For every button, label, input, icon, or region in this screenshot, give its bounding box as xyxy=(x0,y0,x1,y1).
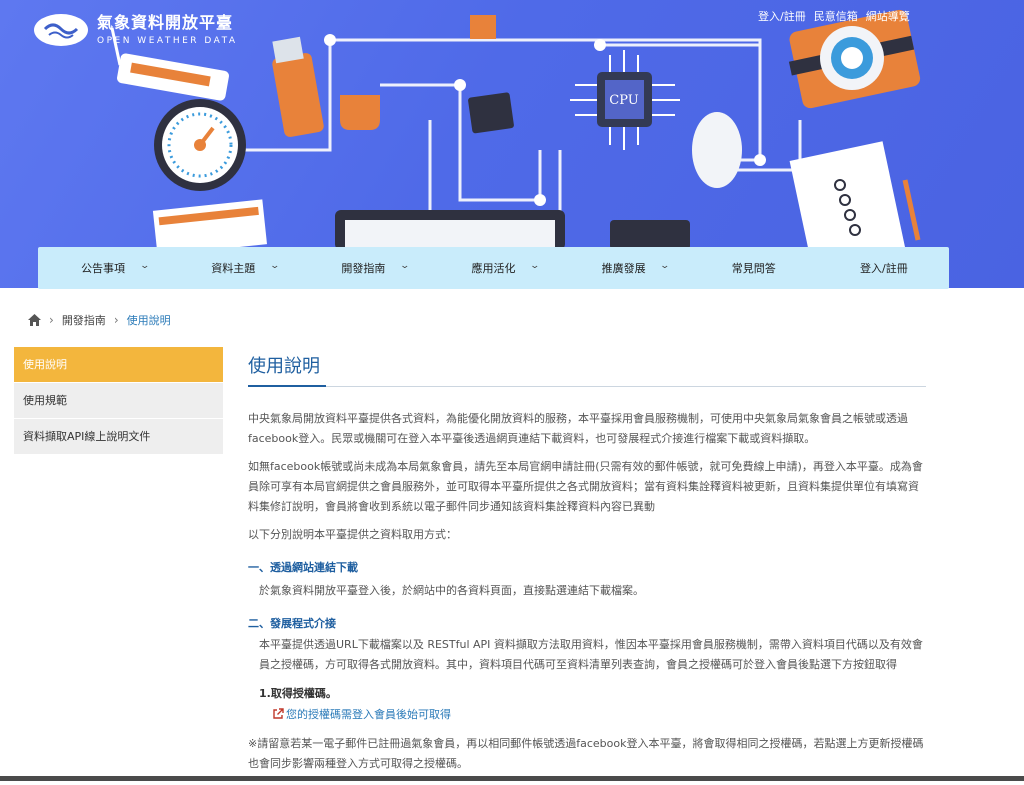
cpu-label: CPU xyxy=(609,93,638,108)
section-text-api: 本平臺提供透過URL下載檔案以及 RESTful API 資料擷取方法取用資料，… xyxy=(259,638,923,671)
top-link-mailbox[interactable]: 民意信箱 xyxy=(814,8,858,24)
intro-paragraph: 中央氣象局開放資料平臺提供各式資料，為能優化開放資料的服務，本平臺採用會員服務機… xyxy=(248,412,908,445)
chevron-down-icon: ⌄ xyxy=(269,261,280,271)
chevron-down-icon: ⌄ xyxy=(659,261,671,271)
logo-subtitle: OPEN WEATHER DATA xyxy=(97,36,238,46)
nav-item-faq[interactable]: 常見問答 xyxy=(689,247,819,289)
main-nav: 公告事項 ⌄ 資料主題 ⌄ 開發指南 ⌄ 應用活化 ⌄ 推廣發展 ⌄ 常見問答 登入/註冊 xyxy=(38,247,949,289)
breadcrumb-separator-icon: › xyxy=(113,313,119,327)
methods-intro: 以下分別說明本平臺提供之資料取用方式： xyxy=(248,528,457,541)
nav-item-announcements[interactable]: 公告事項 ⌄ xyxy=(38,247,168,289)
hero-banner: CPU 氣象資料開放平臺 OPEN WEATHER DATA 登入/註冊 民意信… xyxy=(0,0,1024,288)
sidebar-item-usage-guide[interactable]: 使用說明 xyxy=(14,347,223,383)
notice-text: ※請留意若某一電子郵件已註冊過氣象會員，再以相同郵件帳號透過facebook登入… xyxy=(248,737,924,770)
top-link-login[interactable]: 登入/註冊 xyxy=(758,8,806,24)
breadcrumb-separator-icon: › xyxy=(49,313,54,327)
breadcrumb: › 開發指南 › 使用說明 xyxy=(28,312,171,328)
main-content: 使用說明 中央氣象局開放資料平臺提供各式資料，為能優化開放資料的服務，本平臺採用… xyxy=(248,352,926,785)
breadcrumb-current: 使用說明 xyxy=(126,314,171,327)
cpu-illustration: CPU xyxy=(570,50,680,150)
nav-label: 資料主題 xyxy=(211,262,256,275)
membership-paragraph: 如無facebook帳號或尚未成為本局氣象會員，請先至本局官網申請註冊(只需有效… xyxy=(248,460,923,513)
nav-label: 登入/註冊 xyxy=(860,262,908,275)
sidebar-item-usage-rules[interactable]: 使用規範 xyxy=(14,383,223,419)
breadcrumb-parent[interactable]: 開發指南 xyxy=(62,312,106,328)
sidebar-item-api-docs[interactable]: 資料擷取API線上說明文件 xyxy=(14,419,223,455)
section-heading-download: 一、透過網站連結下載 xyxy=(248,561,358,574)
logo-title: 氣象資料開放平臺 xyxy=(97,13,234,32)
nav-item-promotion[interactable]: 推廣發展 ⌄ xyxy=(559,247,689,289)
bottom-bar xyxy=(0,776,1024,781)
nav-label: 公告事項 xyxy=(81,262,126,275)
nav-label: 開發指南 xyxy=(341,262,386,275)
page-title: 使用說明 xyxy=(248,352,926,387)
chevron-down-icon: ⌄ xyxy=(399,261,410,271)
site-logo[interactable]: 氣象資料開放平臺 OPEN WEATHER DATA xyxy=(33,12,238,48)
auth-code-link-text: 您的授權碼需登入會員後始可取得 xyxy=(286,708,451,721)
section-heading-api: 二、發展程式介接 xyxy=(248,617,336,630)
top-links: 登入/註冊 民意信箱 網站導覽 xyxy=(758,8,910,24)
nav-item-applications[interactable]: 應用活化 ⌄ xyxy=(428,247,558,289)
nav-label: 常見問答 xyxy=(731,262,776,275)
nav-label: 推廣發展 xyxy=(601,262,646,275)
logo-cloud-icon xyxy=(34,14,88,46)
top-link-sitemap[interactable]: 網站導覽 xyxy=(866,8,910,24)
sidebar: 使用說明 使用規範 資料擷取API線上說明文件 xyxy=(14,347,223,455)
usb-drive-illustration xyxy=(272,36,324,137)
home-icon[interactable] xyxy=(28,314,41,326)
nav-item-login[interactable]: 登入/註冊 xyxy=(819,247,949,289)
chevron-down-icon: ⌄ xyxy=(529,261,541,271)
section-text-download: 於氣象資料開放平臺登入後，於網站中的各資料頁面，直接點選連結下載檔案。 xyxy=(259,584,644,597)
chevron-down-icon: ⌄ xyxy=(139,261,150,271)
nav-item-dev-guide[interactable]: 開發指南 ⌄ xyxy=(298,247,428,289)
nav-item-data-topics[interactable]: 資料主題 ⌄ xyxy=(168,247,298,289)
external-link-icon xyxy=(273,708,284,719)
step-get-auth-code: 1.取得授權碼。 xyxy=(259,687,337,700)
nav-label: 應用活化 xyxy=(471,262,516,275)
gauge-illustration xyxy=(154,99,246,191)
auth-code-link[interactable]: 您的授權碼需登入會員後始可取得 xyxy=(248,706,926,722)
